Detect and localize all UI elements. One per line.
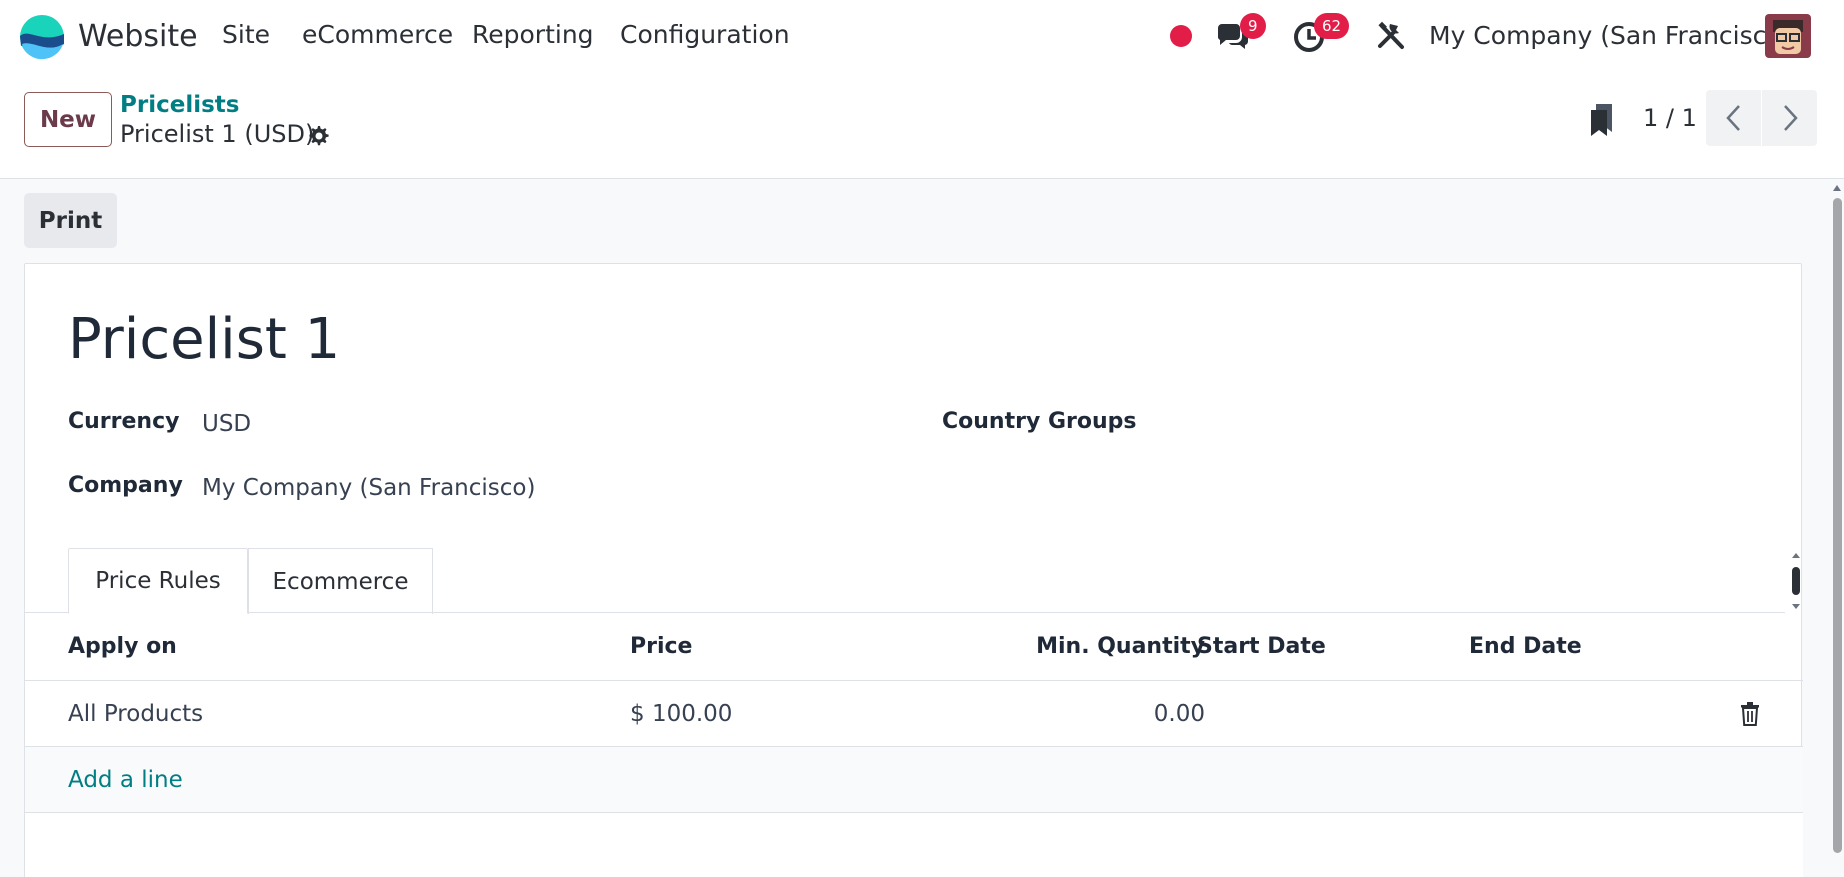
pager-next-button[interactable] [1762, 90, 1817, 146]
record-title[interactable]: Pricelist 1 [68, 307, 340, 372]
notebook-tabs: Price Rules Ecommerce [25, 548, 1785, 614]
messages-count-badge: 9 [1240, 13, 1266, 39]
menu-configuration[interactable]: Configuration [620, 20, 790, 49]
cell-price[interactable]: $ 100.00 [630, 681, 732, 747]
page-scrollbar-thumb[interactable] [1833, 198, 1842, 853]
pager-value[interactable]: 1 / 1 [1643, 104, 1697, 132]
bookmark-icon[interactable] [1588, 102, 1616, 138]
cell-min-quantity[interactable]: 0.00 [985, 681, 1205, 747]
new-button[interactable]: New [24, 92, 112, 147]
column-header-apply-on[interactable]: Apply on [68, 614, 177, 680]
column-header-price[interactable]: Price [630, 614, 692, 680]
pager-previous-button[interactable] [1706, 90, 1761, 146]
debug-tools-icon[interactable] [1376, 20, 1408, 52]
column-header-end-date[interactable]: End Date [1469, 614, 1582, 680]
user-avatar-icon [1765, 14, 1811, 58]
currency-label: Currency [68, 409, 180, 434]
empty-table-area [25, 812, 1803, 877]
country-groups-label: Country Groups [942, 409, 1137, 434]
website-app-logo-icon[interactable] [19, 14, 65, 60]
tab-ecommerce[interactable]: Ecommerce [248, 548, 433, 614]
tabs-scrollbar[interactable] [1789, 551, 1803, 611]
currency-field[interactable]: USD [202, 411, 251, 437]
chevron-left-icon [1725, 105, 1740, 131]
breadcrumb-current-record: Pricelist 1 (USD) [120, 120, 315, 148]
form-sheet: Pricelist 1 Currency USD Country Groups … [24, 263, 1803, 877]
activities-count-badge: 62 [1314, 13, 1350, 39]
user-avatar[interactable] [1765, 14, 1811, 58]
gear-icon[interactable] [306, 124, 330, 148]
column-header-start-date[interactable]: Start Date [1197, 614, 1326, 680]
add-a-line-link[interactable]: Add a line [68, 747, 183, 813]
trash-icon[interactable] [1739, 701, 1761, 727]
breadcrumb-pricelists-link[interactable]: Pricelists [120, 92, 239, 118]
company-field[interactable]: My Company (San Francisco) [202, 475, 535, 501]
menu-ecommerce[interactable]: eCommerce [302, 20, 453, 49]
cell-apply-on[interactable]: All Products [68, 681, 203, 747]
page-scrollbar[interactable] [1830, 180, 1844, 877]
company-switcher[interactable]: My Company (San Francisco) [1429, 21, 1791, 50]
menu-reporting[interactable]: Reporting [472, 20, 594, 49]
app-name[interactable]: Website [78, 19, 198, 54]
column-header-min-quantity[interactable]: Min. Quantity [985, 614, 1205, 680]
tab-ecommerce-label: Ecommerce [272, 568, 409, 595]
country-groups-field[interactable] [1155, 411, 1755, 441]
top-navbar: Website Site eCommerce Reporting Configu… [0, 0, 1844, 72]
add-line-row: Add a line [25, 746, 1803, 812]
table-row[interactable]: All Products $ 100.00 0.00 [25, 680, 1803, 746]
menu-site[interactable]: Site [222, 20, 270, 49]
tab-price-rules-label: Price Rules [95, 568, 221, 594]
print-button[interactable]: Print [24, 193, 117, 248]
chevron-right-icon [1783, 105, 1798, 131]
status-dot-icon[interactable] [1170, 25, 1192, 47]
control-panel: New Pricelists Pricelist 1 (USD) 1 / 1 [0, 72, 1844, 179]
tab-price-rules[interactable]: Price Rules [68, 548, 248, 614]
scroll-up-arrow-icon[interactable] [1830, 182, 1844, 196]
company-label: Company [68, 473, 183, 498]
